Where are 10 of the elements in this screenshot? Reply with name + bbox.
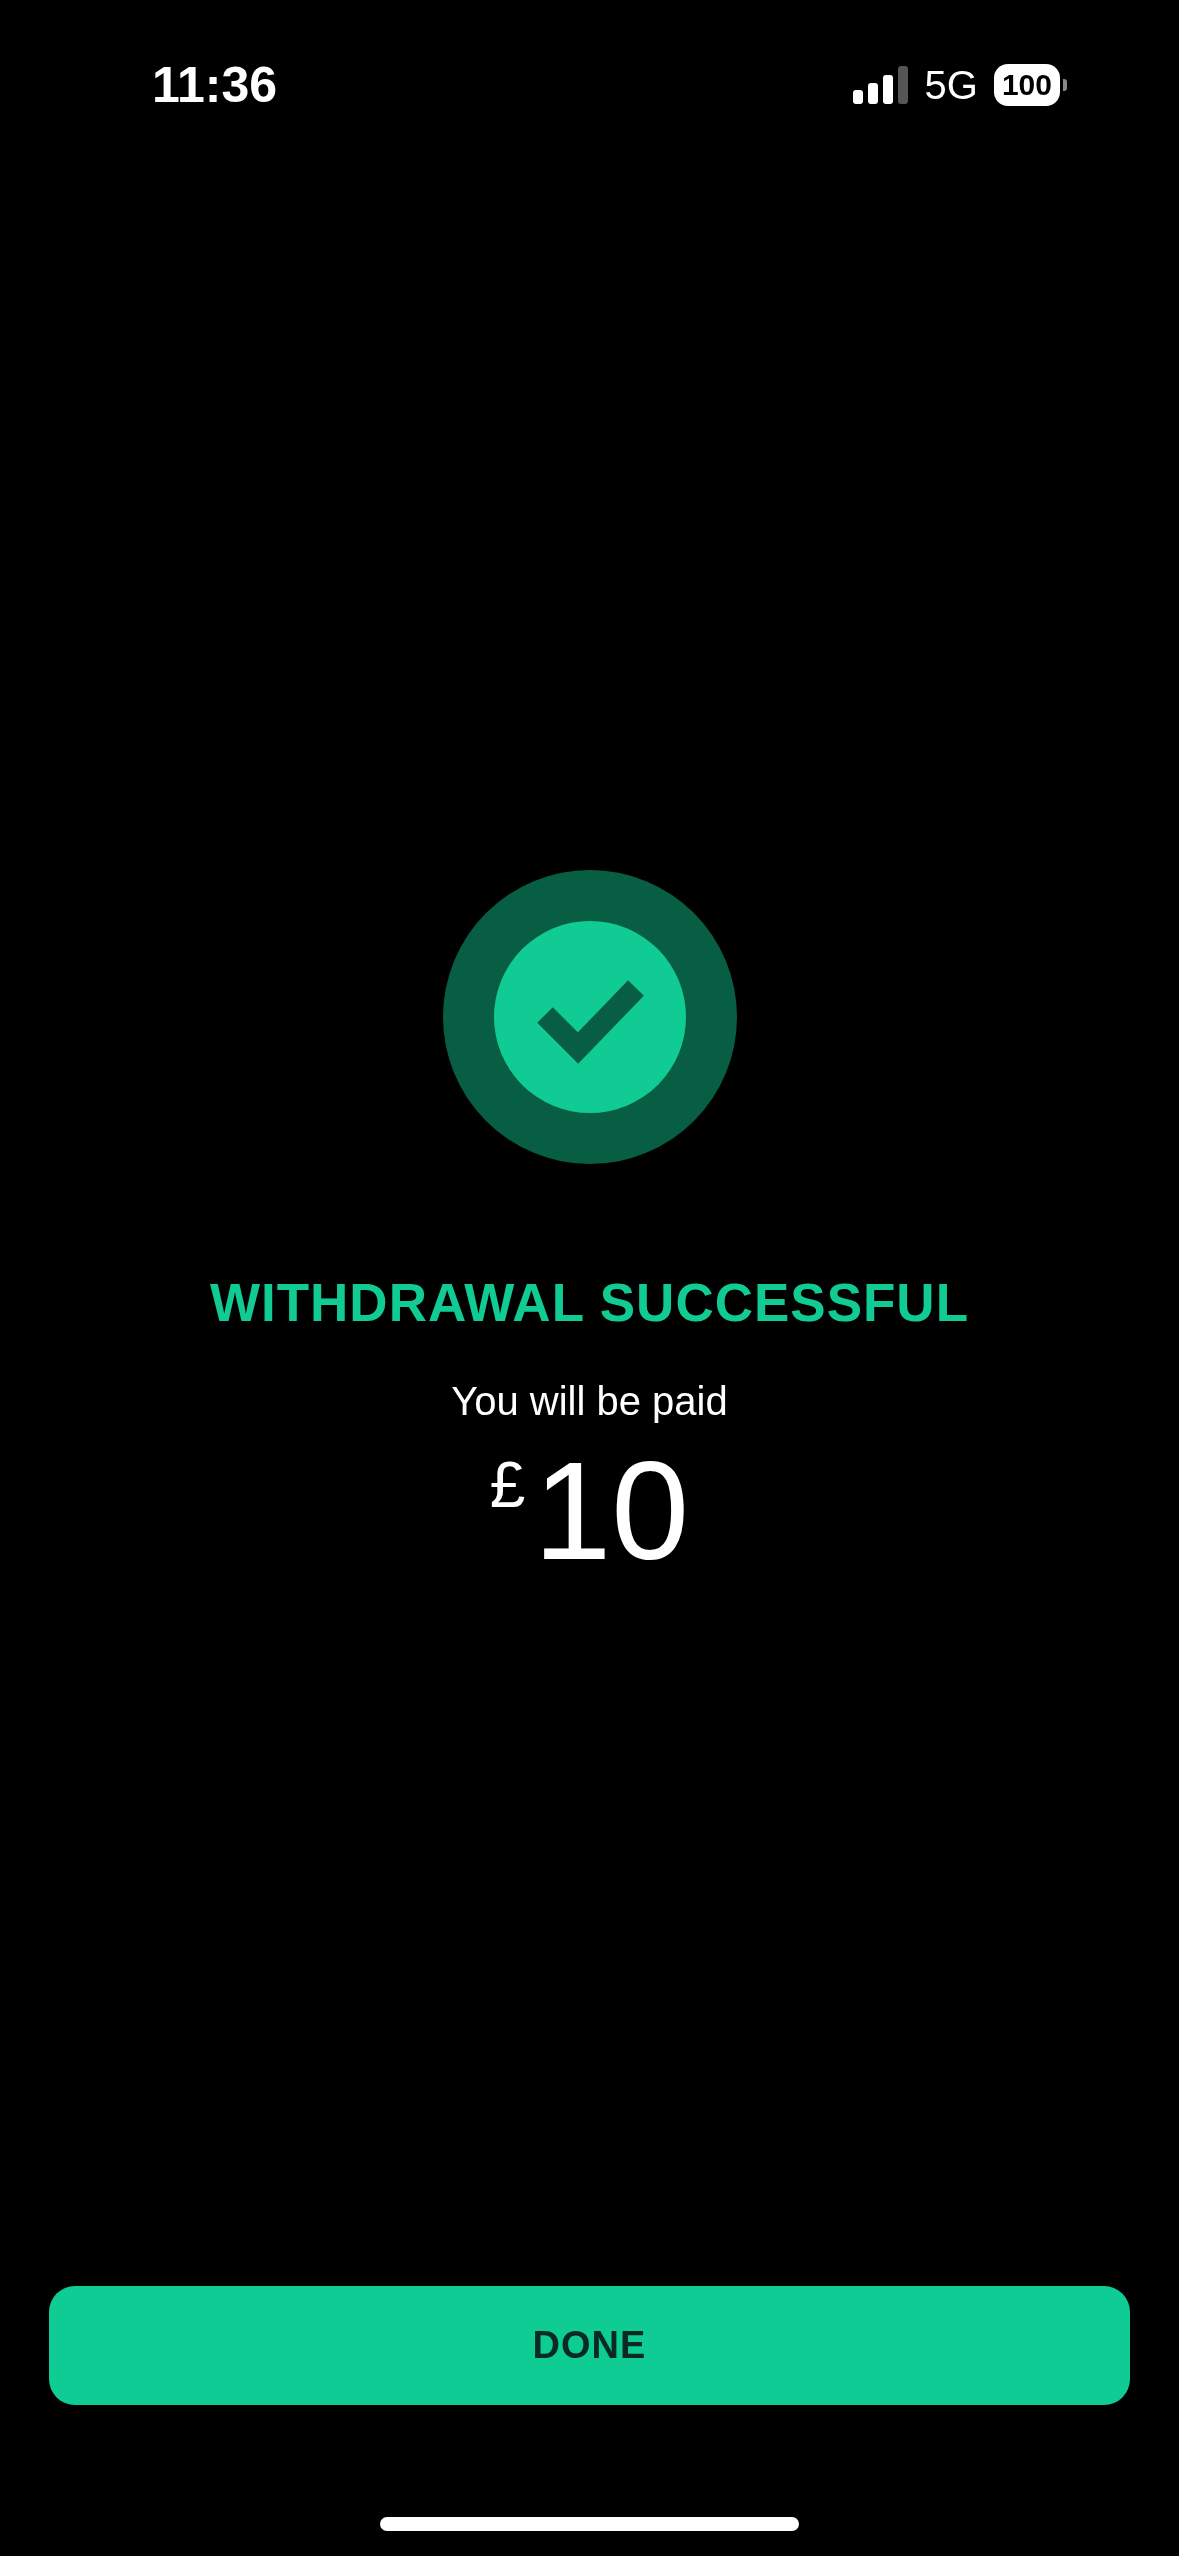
battery-level: 100	[993, 64, 1060, 106]
signal-icon	[852, 66, 909, 104]
payout-amount: 10	[533, 1434, 690, 1588]
status-time: 11:36	[152, 56, 278, 114]
success-title: WITHDRAWAL SUCCESSFUL	[209, 1272, 970, 1333]
payout-label: You will be paid	[451, 1379, 728, 1424]
success-check-icon	[442, 870, 737, 1164]
currency-symbol: £	[489, 1448, 526, 1522]
network-label: 5G	[924, 62, 978, 108]
done-button[interactable]: DONE	[49, 2286, 1130, 2405]
